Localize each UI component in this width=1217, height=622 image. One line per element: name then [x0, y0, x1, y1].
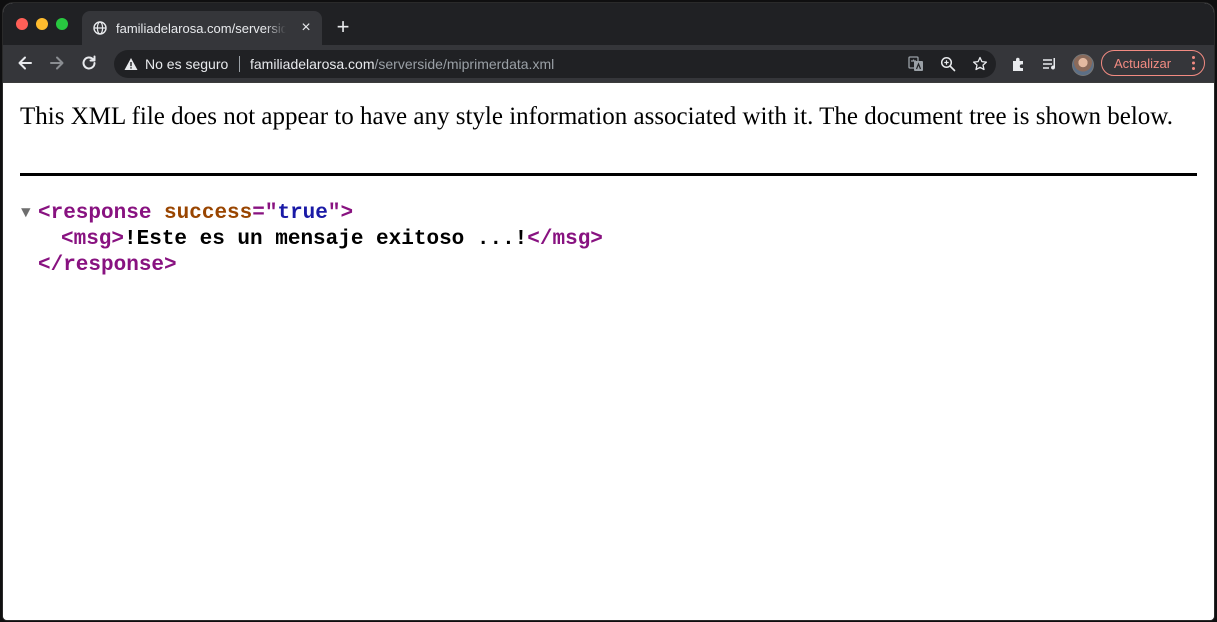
update-button-label: Actualizar [1114, 56, 1172, 71]
xml-text-node: !Este es un mensaje exitoso ...! [124, 228, 528, 251]
translate-icon[interactable] [908, 56, 924, 72]
tab-active[interactable]: familiadelarosa.com/serverside/miprimerd… [82, 11, 322, 45]
url-text[interactable]: familiadelarosa.com/serverside/miprimerd… [250, 56, 554, 72]
reload-icon[interactable] [79, 53, 99, 73]
new-tab-button[interactable]: + [332, 16, 354, 39]
page-content: This XML file does not appear to have an… [3, 83, 1214, 620]
address-bar[interactable]: No es seguro familiadelarosa.com/servers… [114, 50, 996, 78]
security-status-label[interactable]: No es seguro [145, 56, 228, 72]
toolbar: No es seguro familiadelarosa.com/servers… [3, 45, 1214, 83]
divider [20, 173, 1197, 176]
kebab-menu-icon[interactable] [1192, 55, 1195, 71]
tab-strip: familiadelarosa.com/serverside/miprimerd… [3, 3, 1214, 45]
zoom-icon[interactable] [940, 56, 956, 72]
url-host: familiadelarosa.com [250, 56, 375, 72]
tab-title: familiadelarosa.com/serverside/miprimerd… [116, 21, 286, 36]
warning-icon[interactable] [124, 57, 138, 71]
window-close-button[interactable] [16, 18, 28, 30]
profile-avatar[interactable] [1072, 54, 1094, 76]
back-arrow-icon[interactable] [15, 53, 35, 73]
xml-attribute-value: true [277, 202, 328, 225]
xml-root-close-line: </response> [38, 254, 177, 277]
xml-child-line: <msg>!Este es un mensaje exitoso ...!</m… [61, 228, 603, 251]
globe-icon [93, 21, 107, 35]
omnibox-divider [239, 56, 240, 72]
collapse-triangle-icon[interactable]: ▼ [21, 200, 38, 226]
bookmark-star-icon[interactable] [972, 56, 988, 72]
forward-arrow-icon[interactable] [47, 53, 67, 73]
reading-list-icon[interactable] [1041, 55, 1059, 73]
window-minimize-button[interactable] [36, 18, 48, 30]
close-icon[interactable]: × [298, 20, 314, 36]
window-maximize-button[interactable] [56, 18, 68, 30]
xml-attribute-name: success [164, 202, 253, 225]
browser-window: familiadelarosa.com/serverside/miprimerd… [3, 3, 1214, 620]
url-path: /serverside/miprimerdata.xml [374, 56, 555, 72]
xml-tree: ▼ <response success="true"> <msg>!Este es… [21, 200, 603, 279]
xml-info-message: This XML file does not appear to have an… [20, 103, 1173, 130]
extensions-puzzle-icon[interactable] [1010, 55, 1028, 73]
update-button[interactable]: Actualizar [1101, 50, 1205, 76]
xml-root-open-line: ▼ <response success="true"> [21, 200, 354, 226]
